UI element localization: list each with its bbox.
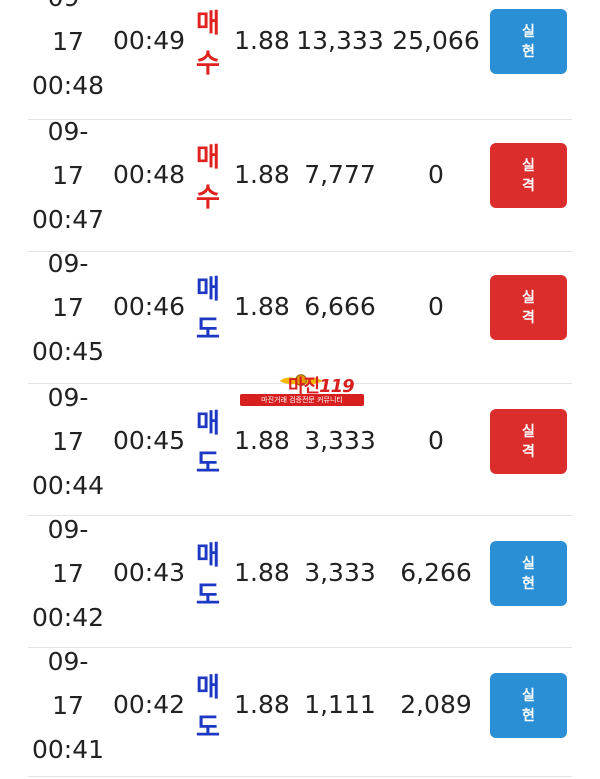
watermark-subtitle: 마진거래 검증전문 커뮤니티 [240, 394, 364, 406]
trade-side: 매수 [196, 9, 220, 79]
settle-time: 00:45 [113, 426, 186, 455]
result-button[interactable]: 실격 [490, 275, 567, 340]
trade-side: 매도 [196, 541, 220, 611]
payout-amount: 25,066 [392, 26, 480, 55]
payout-amount: 6,266 [400, 558, 472, 587]
order-date: 09- 17 00:42 [31, 515, 105, 632]
payout-amount: 0 [428, 160, 444, 189]
bet-amount: 1,111 [304, 690, 376, 719]
bet-amount: 3,333 [304, 426, 376, 455]
odds-value: 1.88 [234, 160, 290, 189]
trade-side: 매도 [196, 673, 220, 743]
order-date: 09- 17 00:41 [31, 647, 105, 764]
bet-amount: 7,777 [304, 160, 376, 189]
trade-side: 매도 [196, 275, 220, 345]
settle-time: 00:46 [113, 292, 186, 321]
bet-amount: 3,333 [304, 558, 376, 587]
result-button[interactable]: 실현 [490, 541, 567, 606]
trade-row: 09- 17 00:42 00:43 매 도 1.88 3,333 6,266 실 현 [0, 514, 600, 645]
bet-amount: 13,333 [296, 26, 384, 55]
odds-value: 1.88 [234, 690, 290, 719]
result-button[interactable]: 실현 [490, 673, 567, 738]
watermark-logo: 마진119 마진거래 검증전문 커뮤니티 [236, 372, 364, 408]
settle-time: 00:49 [113, 26, 186, 55]
order-date: 09-1700:48 [31, 0, 105, 100]
trade-row: 09- 17 00:47 00:48 매 수 1.88 7,777 0 실 격 [0, 116, 600, 247]
odds-value: 1.88 [234, 558, 290, 587]
payout-amount: 0 [428, 426, 444, 455]
order-date: 09- 17 00:44 [31, 383, 105, 500]
row-divider [28, 776, 572, 777]
settle-time: 00:48 [113, 160, 186, 189]
trade-row: 09- 17 00:41 00:42 매 도 1.88 1,111 2,089 실 현 [0, 646, 600, 777]
trade-side: 매도 [196, 409, 220, 479]
trade-row: 09- 17 00:45 00:46 매 도 1.88 6,666 0 실 격 [0, 248, 600, 379]
order-date: 09- 17 00:47 [31, 117, 105, 234]
trade-row: 09-1700:48 00:49 매수 1.8813,333 25,066 실현 [0, 0, 600, 113]
trade-side: 매수 [196, 143, 220, 213]
result-button[interactable]: 실현 [490, 9, 567, 74]
settle-time: 00:42 [113, 690, 186, 719]
settle-time: 00:43 [113, 558, 186, 587]
odds-value: 1.88 [234, 292, 290, 321]
result-button[interactable]: 실격 [490, 409, 567, 474]
payout-amount: 2,089 [400, 690, 472, 719]
order-date: 09- 17 00:45 [31, 249, 105, 366]
result-button[interactable]: 실격 [490, 143, 567, 208]
bet-amount: 6,666 [304, 292, 376, 321]
payout-amount: 0 [428, 292, 444, 321]
odds-value: 1.88 [234, 426, 290, 455]
odds-value: 1.88 [234, 26, 290, 55]
